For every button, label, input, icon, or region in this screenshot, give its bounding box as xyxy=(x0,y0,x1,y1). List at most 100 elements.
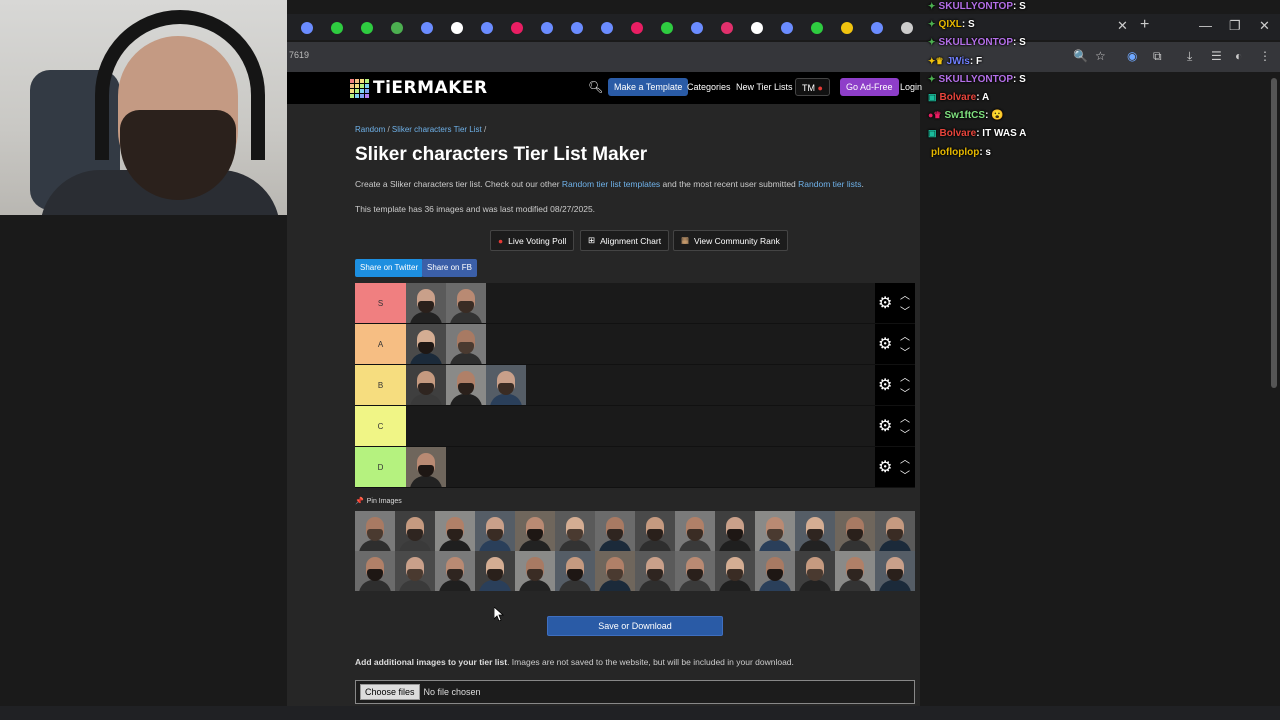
go-ad-free-button[interactable]: Go Ad-Free xyxy=(840,78,899,96)
random-tier-lists-link[interactable]: Random tier lists xyxy=(798,179,861,189)
chevron-up-icon[interactable]: ︿ xyxy=(900,328,910,343)
choose-files-button[interactable]: Choose files xyxy=(360,684,420,700)
tier-item-image[interactable] xyxy=(406,447,446,487)
minimize-icon[interactable]: — xyxy=(1199,18,1212,33)
url-text[interactable]: 7619 xyxy=(289,50,309,60)
live-voting-poll-button[interactable]: ● Live Voting Poll xyxy=(490,230,575,251)
tier-label[interactable]: B xyxy=(355,365,406,405)
tab-favicon-icon[interactable] xyxy=(661,22,673,34)
pin-images-toggle[interactable]: 📌 Pin Images xyxy=(355,497,402,505)
pool-image[interactable] xyxy=(395,511,435,551)
chevron-up-icon[interactable]: ︿ xyxy=(900,451,910,466)
pool-image[interactable] xyxy=(355,551,395,591)
tab-favicon-icon[interactable] xyxy=(331,22,343,34)
pool-image[interactable] xyxy=(755,551,795,591)
pool-image[interactable] xyxy=(515,551,555,591)
share-twitter-button[interactable]: Share on Twitter xyxy=(355,259,424,277)
make-template-button[interactable]: Make a Template xyxy=(608,78,689,96)
pool-image[interactable] xyxy=(555,551,595,591)
chevron-down-icon[interactable]: ﹀ xyxy=(900,467,910,482)
breadcrumb-tier-list[interactable]: Sliker characters Tier List xyxy=(392,125,482,134)
close-tab-icon[interactable]: ✕ xyxy=(1117,18,1128,34)
tab-favicon-icon[interactable] xyxy=(361,22,373,34)
categories-link[interactable]: Categories xyxy=(687,82,731,92)
tab-favicon-icon[interactable] xyxy=(451,22,463,34)
tier-label[interactable]: C xyxy=(355,406,406,446)
extension-icon[interactable]: ◉ xyxy=(1127,49,1137,63)
tier-item-image[interactable] xyxy=(406,283,446,323)
tab-favicon-icon[interactable] xyxy=(721,22,733,34)
tab-favicon-icon[interactable] xyxy=(841,22,853,34)
restore-icon[interactable]: ❐ xyxy=(1229,18,1241,34)
pool-image[interactable] xyxy=(715,551,755,591)
search-icon[interactable]: 🔍︎ xyxy=(588,80,603,94)
pool-image[interactable] xyxy=(475,511,515,551)
pool-image[interactable] xyxy=(875,511,915,551)
chevron-up-icon[interactable]: ︿ xyxy=(900,410,910,425)
tier-item-image[interactable] xyxy=(446,324,486,364)
gear-icon[interactable]: ⚙ xyxy=(878,457,892,477)
tab-favicon-icon[interactable] xyxy=(601,22,613,34)
tab-favicon-icon[interactable] xyxy=(571,22,583,34)
pool-image[interactable] xyxy=(435,551,475,591)
tiermaker-logo[interactable]: TiERMAKER xyxy=(350,78,488,98)
pool-image[interactable] xyxy=(675,511,715,551)
menu-icon[interactable]: ⋮ xyxy=(1259,49,1271,63)
login-link[interactable]: Login xyxy=(900,82,922,92)
tier-label[interactable]: S xyxy=(355,283,406,323)
chevron-up-icon[interactable]: ︿ xyxy=(900,287,910,302)
pool-image[interactable] xyxy=(595,551,635,591)
tm-live-button[interactable]: TM ● xyxy=(795,78,830,96)
chevron-up-icon[interactable]: ︿ xyxy=(900,369,910,384)
share-fb-button[interactable]: Share on FB xyxy=(422,259,477,277)
gear-icon[interactable]: ⚙ xyxy=(878,293,892,313)
tier-item-image[interactable] xyxy=(406,365,446,405)
random-templates-link[interactable]: Random tier list templates xyxy=(562,179,660,189)
save-download-button[interactable]: Save or Download xyxy=(547,616,723,636)
pool-image[interactable] xyxy=(795,551,835,591)
tab-favicon-icon[interactable] xyxy=(691,22,703,34)
close-window-icon[interactable]: ✕ xyxy=(1259,18,1270,34)
file-input[interactable]: Choose files No file chosen xyxy=(355,680,915,704)
tier-item-image[interactable] xyxy=(446,365,486,405)
address-bar[interactable]: 7619 🔍 ☆ ◉ ⧉ ⤓ ☰ ◐ ⋮ xyxy=(287,42,1280,72)
tab-favicon-icon[interactable] xyxy=(301,22,313,34)
chevron-down-icon[interactable]: ﹀ xyxy=(900,385,910,400)
pool-image[interactable] xyxy=(875,551,915,591)
pool-image[interactable] xyxy=(515,511,555,551)
tier-label[interactable]: D xyxy=(355,447,406,487)
tab-favicon-icon[interactable] xyxy=(631,22,643,34)
tier-item-image[interactable] xyxy=(446,283,486,323)
bookmark-star-icon[interactable]: ☆ xyxy=(1095,49,1106,63)
gear-icon[interactable]: ⚙ xyxy=(878,416,892,436)
pool-image[interactable] xyxy=(475,551,515,591)
puzzle-icon[interactable]: ⧉ xyxy=(1153,49,1162,64)
chevron-down-icon[interactable]: ﹀ xyxy=(900,303,910,318)
tab-favicon-icon[interactable] xyxy=(421,22,433,34)
pool-image[interactable] xyxy=(715,511,755,551)
tab-favicon-icon[interactable] xyxy=(811,22,823,34)
profile-icon[interactable]: ◐ xyxy=(1235,49,1242,63)
breadcrumb-random[interactable]: Random xyxy=(355,125,385,134)
tier-item-image[interactable] xyxy=(486,365,526,405)
gear-icon[interactable]: ⚙ xyxy=(878,334,892,354)
community-rank-button[interactable]: ▦ View Community Rank xyxy=(673,230,788,251)
page-scrollbar[interactable] xyxy=(1271,78,1277,388)
pool-image[interactable] xyxy=(595,511,635,551)
chevron-down-icon[interactable]: ﹀ xyxy=(900,426,910,441)
pool-image[interactable] xyxy=(835,551,875,591)
chevron-down-icon[interactable]: ﹀ xyxy=(900,344,910,359)
tab-favicon-icon[interactable] xyxy=(871,22,883,34)
pool-image[interactable] xyxy=(635,511,675,551)
tab-favicon-icon[interactable] xyxy=(391,22,403,34)
tab-favicon-icon[interactable] xyxy=(541,22,553,34)
tab-favicon-icon[interactable] xyxy=(901,22,913,34)
new-tier-lists-link[interactable]: New Tier Lists xyxy=(736,82,793,92)
tab-favicon-icon[interactable] xyxy=(781,22,793,34)
media-icon[interactable]: ☰ xyxy=(1211,49,1222,63)
pool-image[interactable] xyxy=(635,551,675,591)
pool-image[interactable] xyxy=(755,511,795,551)
tier-label[interactable]: A xyxy=(355,324,406,364)
gear-icon[interactable]: ⚙ xyxy=(878,375,892,395)
tab-favicon-icon[interactable] xyxy=(751,22,763,34)
